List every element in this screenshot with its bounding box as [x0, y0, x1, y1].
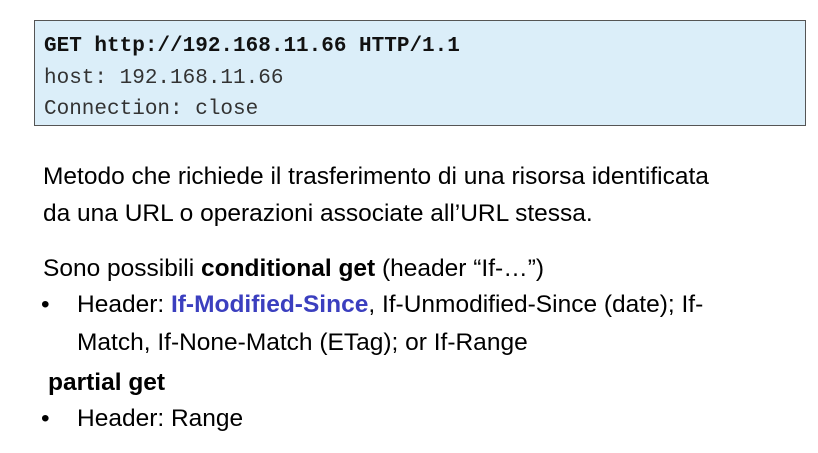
header-rest: , If-Unmodified-Since (date); If-	[368, 291, 704, 318]
conditional-headers-item: Header: If-Modified-Since, If-Unmodified…	[77, 286, 703, 323]
description-line-2: da una URL o operazioni associate all’UR…	[43, 200, 593, 227]
range-header-item: Header: Range	[77, 405, 244, 432]
conditional-prefix: Sono possibili	[43, 255, 201, 282]
description-line-1: Metodo che richiede il trasferimento di …	[43, 163, 709, 190]
header-prefix: Header:	[77, 291, 171, 318]
http-request-code-block: GET http://192.168.11.66 HTTP/1.1 host: …	[34, 20, 806, 126]
conditional-get-intro: Sono possibili conditional get (header “…	[43, 250, 544, 287]
connection-header-line: Connection: close	[44, 98, 259, 121]
bullet-marker-1: •	[41, 291, 50, 318]
if-modified-since-highlight: If-Modified-Since	[170, 291, 369, 318]
conditional-get-term: conditional get	[200, 255, 376, 282]
partial-get-heading: partial get	[48, 369, 166, 396]
get-method-description: Metodo che richiede il trasferimento di …	[43, 158, 709, 232]
request-line: GET http://192.168.11.66 HTTP/1.1	[44, 35, 460, 58]
bullet-marker-2: •	[41, 405, 50, 432]
conditional-suffix: (header “If-…”)	[375, 255, 545, 282]
host-header-line: host: 192.168.11.66	[44, 66, 284, 90]
conditional-headers-continuation: Match, If-None-Match (ETag); or If-Range	[77, 329, 528, 356]
